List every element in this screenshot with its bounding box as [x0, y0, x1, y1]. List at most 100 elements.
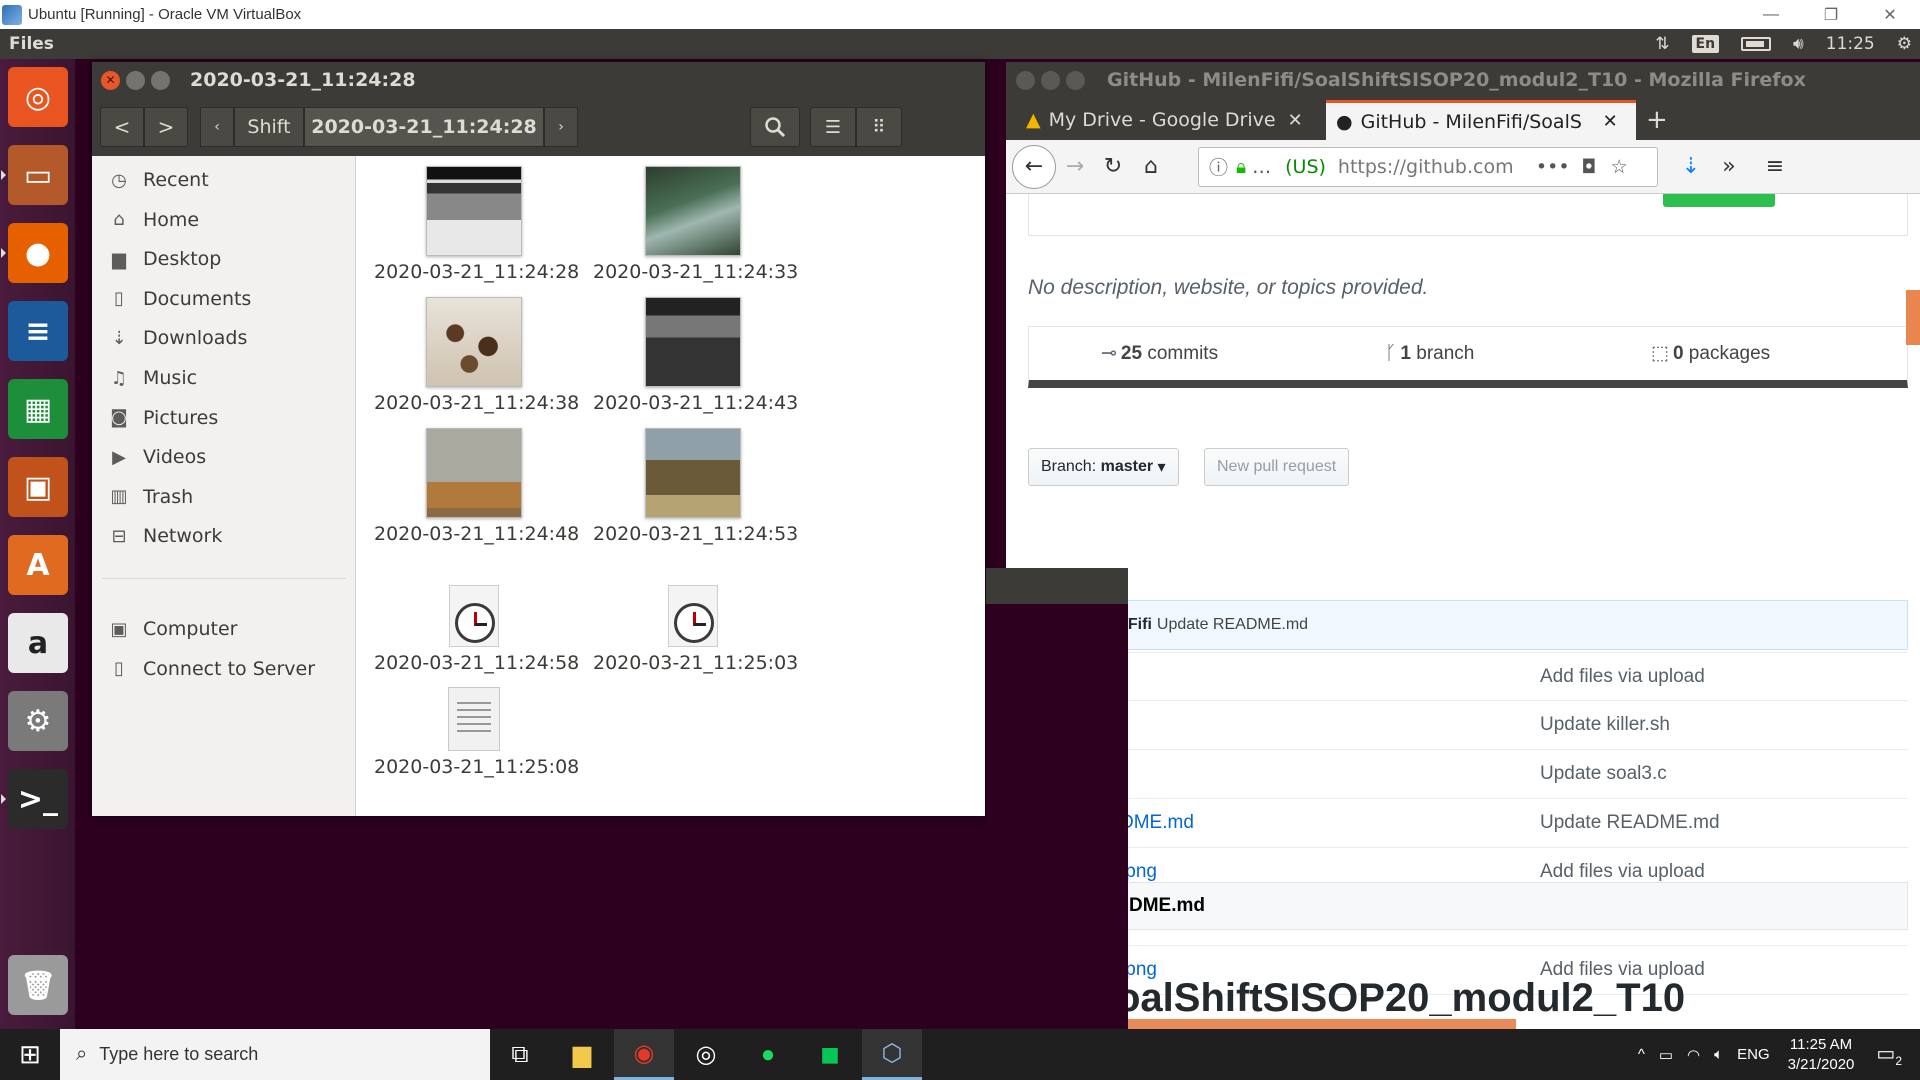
taskbar-clock[interactable]: 11:25 AM 3/21/2020 — [1788, 1035, 1855, 1075]
writer-icon[interactable]: ≡ — [8, 301, 68, 361]
overflow-menu-icon[interactable]: » — [1710, 148, 1748, 186]
back-button[interactable]: ← — [1012, 144, 1056, 189]
commit-message-link[interactable]: Update killer.sh — [1540, 714, 1670, 736]
sidebar-item-trash[interactable]: ▥ Trash — [106, 479, 193, 515]
trash-icon[interactable]: 🗑 — [8, 955, 68, 1015]
calc-icon[interactable]: ▦ — [8, 379, 68, 439]
close-icon[interactable]: ✕ — [1288, 110, 1303, 131]
software-center-icon[interactable]: A — [8, 535, 68, 595]
terminal-icon[interactable]: >_ — [8, 769, 68, 829]
file-item[interactable]: 2020-03-21_11:24:58 — [374, 585, 579, 674]
wifi-icon[interactable]: ◠ — [1687, 1046, 1700, 1064]
info-icon[interactable]: ⓘ — [1209, 153, 1228, 180]
system-settings-icon[interactable]: ⚙ — [8, 691, 68, 751]
files-maximize-button[interactable] — [151, 70, 170, 90]
file-item[interactable]: 2020-03-21_11:24:28 — [374, 166, 579, 283]
firefox-icon[interactable]: ● — [8, 223, 68, 283]
sidebar-item-documents[interactable]: ▯ Documents — [106, 281, 251, 317]
tab-github[interactable]: ● GitHub - MilenFifi/SoalS ✕ — [1326, 100, 1636, 140]
firefox-close-button[interactable] — [1016, 70, 1035, 90]
sidebar-item-network[interactable]: ⊟ Network — [106, 518, 222, 554]
home-button[interactable]: ⌂ — [1132, 148, 1170, 186]
branch-select-button[interactable]: Branch: master ▾ — [1028, 448, 1179, 486]
forward-button[interactable]: > — [144, 107, 188, 147]
reload-button[interactable]: ↻ — [1094, 148, 1132, 186]
sidebar-item-downloads[interactable]: ⇣ Downloads — [106, 320, 247, 356]
commit-message-link[interactable]: Update README.md — [1540, 812, 1720, 834]
media-icon[interactable]: ◎ — [676, 1029, 736, 1080]
repo-stat-commits[interactable]: ⊸ 25 commits — [1101, 342, 1218, 365]
page-actions-icon[interactable]: ••• — [1536, 156, 1570, 178]
line-icon[interactable]: ◼ — [800, 1029, 860, 1080]
bookmark-star-icon[interactable]: ☆ — [1611, 156, 1628, 178]
spotify-icon[interactable]: ● — [738, 1029, 798, 1080]
repo-stat-branch[interactable]: ᚴ1 branch — [1385, 343, 1474, 365]
file-item[interactable]: 2020-03-21_11:25:08 — [374, 687, 579, 778]
task-view-icon[interactable]: ⧉ — [490, 1029, 550, 1080]
sidebar-item-computer[interactable]: ▣ Computer — [106, 611, 237, 647]
windows-start-icon[interactable]: ⊞ — [0, 1029, 60, 1080]
new-tab-button[interactable]: + — [1636, 100, 1686, 140]
files-icon[interactable]: ▭ — [8, 145, 68, 205]
file-item[interactable]: 2020-03-21_11:25:03 — [593, 585, 798, 674]
close-icon[interactable]: ✕ — [1603, 111, 1618, 132]
table-row[interactable]: Update soal3.c — [1028, 750, 1908, 799]
file-item[interactable]: 2020-03-21_11:24:33 — [593, 166, 798, 283]
panel-clock[interactable]: 11:25 — [1826, 34, 1875, 54]
file-explorer-icon[interactable]: ▆ — [552, 1029, 612, 1080]
gear-icon[interactable]: ⚙ — [1897, 34, 1912, 54]
file-item[interactable]: 2020-03-21_11:24:38 — [374, 297, 579, 414]
new-pull-request-button[interactable]: New pull request — [1204, 448, 1350, 486]
language-indicator[interactable]: ENG — [1737, 1046, 1770, 1063]
search-button[interactable] — [750, 107, 800, 147]
commit-message-link[interactable]: Add files via upload — [1540, 861, 1705, 883]
volume-icon[interactable]: 🔊︎ — [1793, 34, 1804, 54]
file-item[interactable]: 2020-03-21_11:24:53 — [593, 428, 798, 545]
firefox-maximize-button[interactable] — [1066, 70, 1085, 90]
minimize-button[interactable]: — — [1741, 0, 1801, 29]
list-view-button[interactable]: ☰ — [810, 107, 856, 147]
tab-google-drive[interactable]: ▲ My Drive - Google Drive ✕ — [1016, 100, 1326, 140]
battery-icon[interactable]: ▭ — [1659, 1046, 1673, 1064]
sidebar-item-desktop[interactable]: ▆ Desktop — [106, 241, 221, 277]
repo-stat-packages[interactable]: ⬚ 0 packages — [1651, 342, 1770, 365]
table-row[interactable]: DME.md Update README.md — [1028, 799, 1908, 848]
sidebar-item-pictures[interactable]: ◙ Pictures — [106, 400, 218, 436]
volume-icon[interactable]: 🔈︎ — [1714, 1046, 1723, 1063]
battery-icon[interactable] — [1741, 37, 1772, 51]
network-arrows-icon[interactable]: ⇅ — [1655, 34, 1669, 54]
grid-view-button[interactable]: ⠿ — [856, 107, 902, 147]
breadcrumb-current[interactable]: 2020-03-21_11:24:28 — [304, 107, 544, 147]
hamburger-menu-icon[interactable]: ≡ — [1756, 148, 1794, 186]
sidebar-item-music[interactable]: ♫ Music — [106, 360, 197, 396]
impress-icon[interactable]: ▣ — [8, 457, 68, 517]
restore-button[interactable]: ❐ — [1801, 0, 1861, 29]
chrome-icon[interactable]: ◉ — [614, 1029, 674, 1080]
files-minimize-button[interactable] — [126, 70, 145, 90]
back-button[interactable]: < — [100, 107, 144, 147]
breadcrumb-right-arrow[interactable]: › — [544, 107, 578, 147]
chevron-up-icon[interactable]: ^ — [1638, 1046, 1645, 1063]
scrollbar-thumb[interactable] — [1906, 290, 1920, 345]
close-button[interactable]: ✕ — [1860, 0, 1920, 29]
virtualbox-taskbar-icon[interactable]: ⬡ — [862, 1029, 922, 1080]
url-text[interactable]: https://github.com — [1338, 156, 1528, 178]
commit-message[interactable]: Update README.md — [1157, 616, 1308, 634]
firefox-minimize-button[interactable] — [1041, 70, 1060, 90]
ubuntu-dash-icon[interactable]: ◎ — [8, 67, 68, 127]
commit-message-link[interactable]: Update soal3.c — [1540, 763, 1667, 785]
commit-message-link[interactable]: Add files via upload — [1540, 666, 1705, 688]
sidebar-item-videos[interactable]: ▶ Videos — [106, 439, 206, 475]
table-row[interactable]: Update killer.sh — [1028, 701, 1908, 750]
file-item[interactable]: 2020-03-21_11:24:43 — [593, 297, 798, 414]
sidebar-item-recent[interactable]: ◷ Recent — [106, 162, 209, 198]
forward-button[interactable]: → — [1056, 148, 1094, 186]
keyboard-layout-indicator[interactable]: En — [1691, 35, 1720, 53]
notification-icon[interactable]: ▭2 — [1876, 1041, 1902, 1068]
table-row[interactable]: ▆Soal1Add files via upload — [1028, 652, 1908, 701]
breadcrumb-shift[interactable]: Shift — [234, 107, 304, 147]
sidebar-item-home[interactable]: ⌂ Home — [106, 202, 199, 238]
taskbar-search-box[interactable]: ⌕ Type here to search — [60, 1029, 490, 1080]
amazon-icon[interactable]: a — [8, 613, 68, 673]
download-icon[interactable]: ⇣ — [1672, 148, 1710, 186]
